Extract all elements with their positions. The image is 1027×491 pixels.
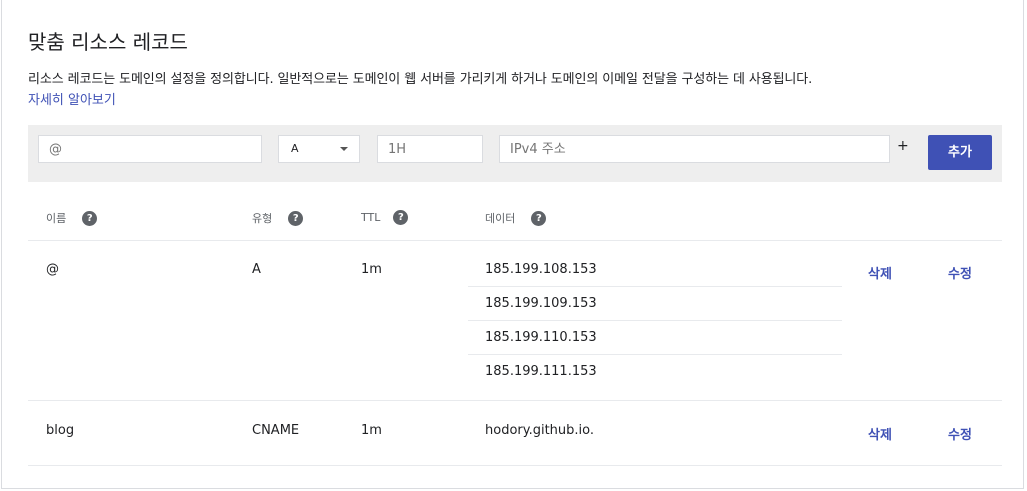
delete-button[interactable]: 삭제 (868, 263, 892, 282)
add-button[interactable]: 추가 (928, 135, 992, 170)
divider (28, 240, 1002, 241)
record-ttl: 1m (361, 262, 382, 277)
page-title: 맞춤 리소스 레코드 (28, 30, 188, 54)
help-icon[interactable]: ? (531, 210, 547, 226)
record-data-value: 185.199.111.153 (485, 364, 597, 379)
add-record-bar: A + 추가 (28, 125, 1002, 182)
divider (468, 320, 842, 321)
record-name: blog (46, 423, 75, 438)
column-header-ttl-label: TTL (361, 211, 381, 224)
ttl-input[interactable] (377, 135, 483, 163)
name-input[interactable] (38, 135, 262, 163)
column-header-data-label: 데이터 (485, 212, 516, 225)
column-header-type: 유형 ? (252, 210, 304, 226)
delete-button[interactable]: 삭제 (868, 424, 892, 443)
edit-button[interactable]: 수정 (948, 424, 972, 443)
type-select[interactable]: A (278, 135, 360, 163)
help-icon[interactable]: ? (82, 210, 98, 226)
help-icon[interactable]: ? (288, 210, 304, 226)
type-select-value: A (291, 142, 299, 155)
record-data-value: hodory.github.io. (485, 423, 595, 438)
record-name: @ (46, 262, 59, 277)
description-text: 리소스 레코드는 도메인의 설정을 정의합니다. 일반적으로는 도메인이 웹 서… (28, 72, 813, 87)
record-data-value: 185.199.110.153 (485, 330, 597, 345)
chevron-down-icon (340, 147, 348, 151)
column-header-data: 데이터 ? (485, 210, 547, 226)
edit-button[interactable]: 수정 (948, 263, 972, 282)
learn-more-link[interactable]: 자세히 알아보기 (28, 89, 116, 108)
record-data-value: 185.199.108.153 (485, 262, 597, 277)
add-data-plus-button[interactable]: + (897, 138, 909, 154)
record-type: CNAME (252, 423, 300, 438)
record-ttl: 1m (361, 423, 382, 438)
column-header-name-label: 이름 (46, 212, 67, 225)
divider (468, 286, 842, 287)
column-header-name: 이름 ? (46, 210, 98, 226)
data-input[interactable] (499, 135, 890, 163)
column-header-type-label: 유형 (252, 212, 273, 225)
divider (28, 465, 1002, 466)
record-data-value: 185.199.109.153 (485, 296, 597, 311)
custom-records-panel: 맞춤 리소스 레코드 리소스 레코드는 도메인의 설정을 정의합니다. 일반적으… (1, 0, 1024, 489)
column-header-ttl: TTL ? (361, 210, 409, 225)
divider (28, 400, 1002, 401)
divider (468, 354, 842, 355)
record-type: A (252, 262, 261, 277)
help-icon[interactable]: ? (393, 210, 409, 225)
